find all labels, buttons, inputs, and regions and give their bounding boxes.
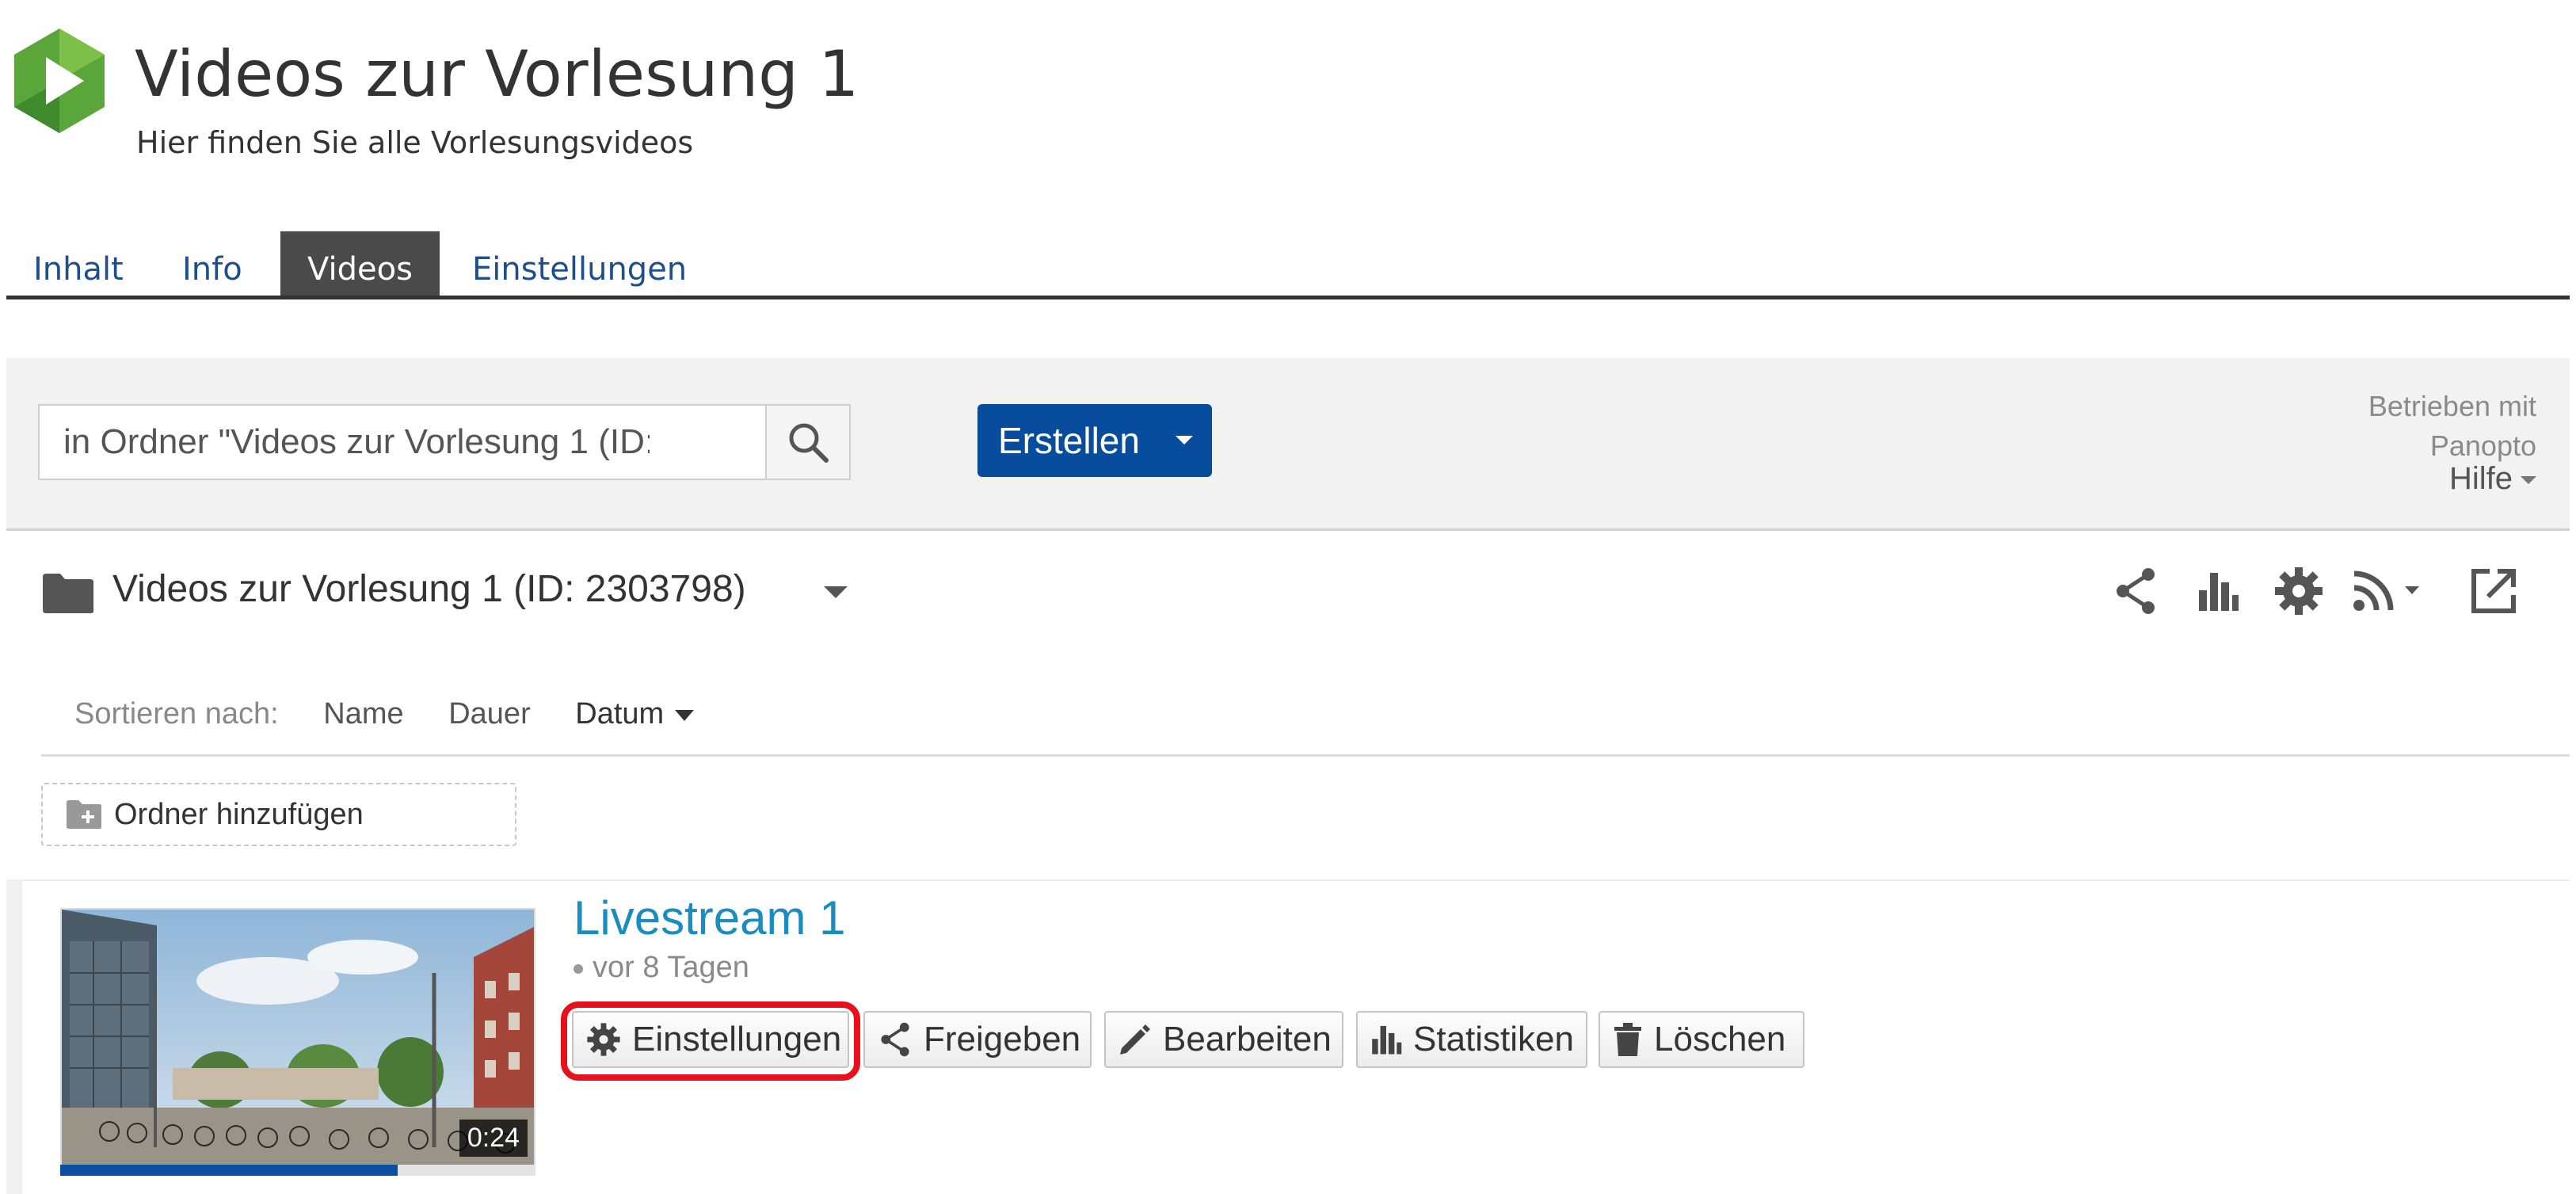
duration-badge: 0:24	[459, 1120, 528, 1157]
sort-by-date[interactable]: Datum	[575, 697, 695, 731]
session-thumbnail[interactable]: 0:24	[60, 908, 535, 1174]
edit-button-label: Bearbeiten	[1163, 1020, 1332, 1059]
share-icon	[881, 1022, 909, 1057]
statistics-button-label: Statistiken	[1413, 1020, 1574, 1059]
page-title: Videos zur Vorlesung 1	[135, 37, 859, 111]
help-menu[interactable]: Hilfe	[2449, 461, 2536, 497]
toolbar: Erstellen Betrieben mit Panopto Hilfe	[6, 358, 2570, 531]
share-button-label: Freigeben	[924, 1020, 1081, 1059]
trash-icon	[1614, 1023, 1641, 1056]
tab-inhalt[interactable]: Inhalt	[6, 231, 151, 296]
share-button[interactable]: Freigeben	[863, 1011, 1092, 1068]
search-input[interactable]	[40, 406, 673, 479]
gear-icon[interactable]	[2270, 563, 2327, 620]
add-folder-button[interactable]: Ordner hinzufügen	[41, 783, 516, 846]
sort-by-date-label: Datum	[575, 697, 665, 731]
external-link-icon[interactable]	[2465, 563, 2522, 620]
tab-bar: Inhalt Info Videos Einstellungen	[6, 231, 2570, 299]
settings-button-label: Einstellungen	[632, 1020, 842, 1059]
session-title[interactable]: Livestream 1	[574, 891, 845, 945]
statistics-button[interactable]: Statistiken	[1356, 1011, 1587, 1068]
create-button[interactable]: Erstellen	[977, 404, 1212, 477]
sort-label: Sortieren nach:	[74, 697, 279, 731]
stats-icon[interactable]	[2189, 563, 2246, 620]
powered-by-line2[interactable]: Panopto	[2368, 426, 2536, 466]
search-box	[38, 404, 830, 480]
panopto-logo	[14, 29, 105, 133]
rss-icon[interactable]	[2349, 563, 2429, 620]
help-label: Hilfe	[2448, 461, 2513, 496]
search-icon	[789, 423, 829, 463]
search-button[interactable]	[765, 404, 851, 480]
stats-icon	[1372, 1025, 1402, 1055]
view-progress-fill	[60, 1165, 398, 1176]
folder-title[interactable]: Videos zur Vorlesung 1 (ID: 2303798)	[112, 567, 746, 611]
sort-bar: Sortieren nach: Name Dauer Datum	[74, 697, 730, 731]
sort-by-name[interactable]: Name	[323, 697, 403, 731]
bullet-icon	[574, 963, 583, 974]
share-icon[interactable]	[2107, 563, 2164, 620]
sort-divider	[41, 754, 2570, 757]
delete-button[interactable]: Löschen	[1599, 1011, 1804, 1068]
session-date-text: vor 8 Tagen	[593, 951, 749, 984]
tab-videos[interactable]: Videos	[280, 231, 440, 296]
sort-by-duration[interactable]: Dauer	[448, 697, 531, 731]
tab-einstellungen[interactable]: Einstellungen	[445, 231, 714, 296]
folder-icon	[43, 574, 93, 613]
delete-button-label: Löschen	[1654, 1020, 1786, 1059]
settings-button[interactable]: Einstellungen	[572, 1011, 849, 1068]
powered-by: Betrieben mit Panopto	[2368, 387, 2536, 466]
tab-info[interactable]: Info	[155, 231, 269, 296]
edit-button[interactable]: Bearbeiten	[1104, 1011, 1343, 1068]
chevron-down-icon	[2521, 476, 2536, 485]
powered-by-line1: Betrieben mit	[2368, 390, 2536, 422]
sort-desc-icon	[675, 709, 695, 721]
folder-dropdown-icon[interactable]	[824, 586, 848, 598]
view-progress-bar	[60, 1165, 535, 1176]
page-subtitle: Hier finden Sie alle Vorlesungsvideos	[136, 125, 694, 160]
pencil-icon	[1120, 1024, 1150, 1055]
add-folder-label: Ordner hinzufügen	[114, 797, 364, 831]
folder-add-icon	[67, 800, 101, 829]
gear-icon	[587, 1023, 620, 1056]
create-button-label: Erstellen	[998, 420, 1140, 461]
session-date: vor 8 Tagen	[574, 951, 749, 985]
chevron-down-icon	[1176, 436, 1193, 444]
session-row-indicator	[6, 879, 22, 1194]
